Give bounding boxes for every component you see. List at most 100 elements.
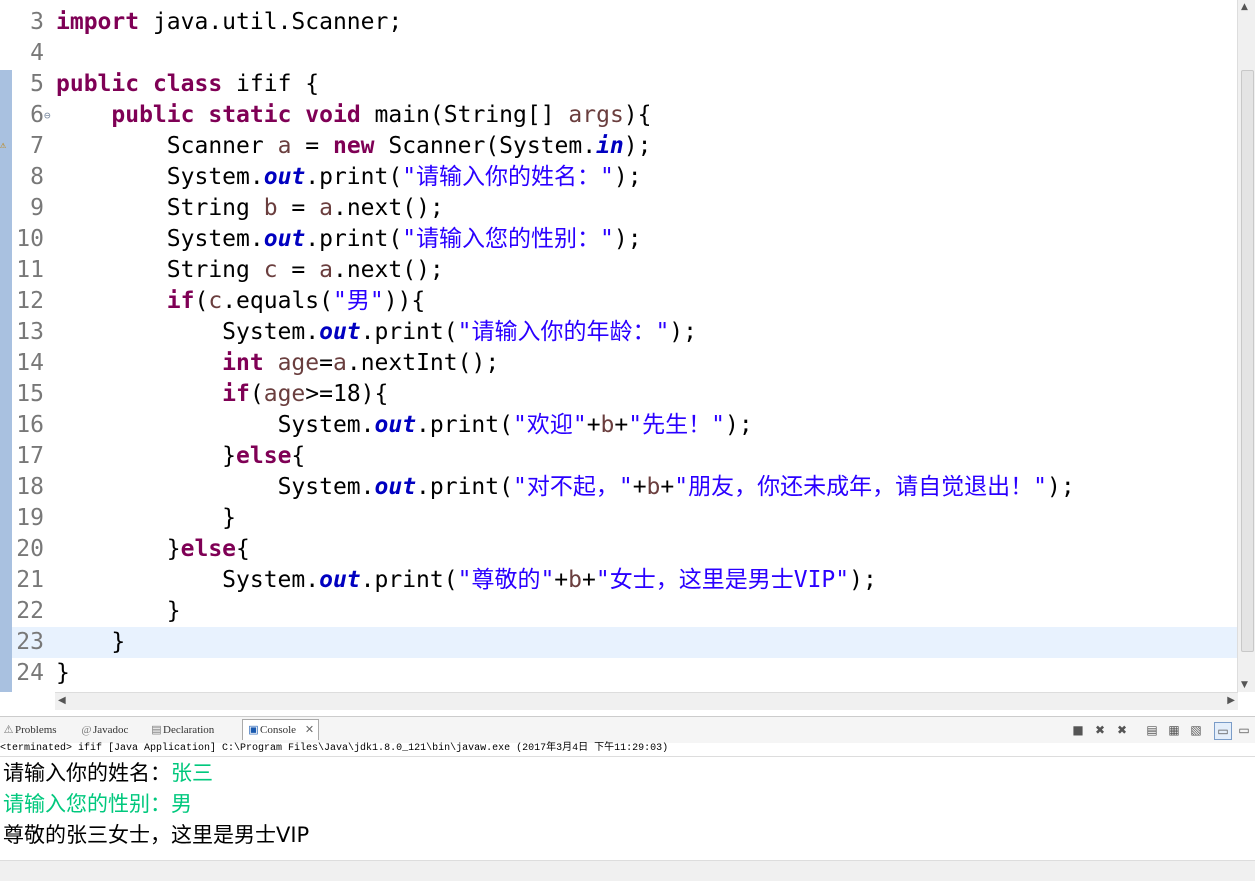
tab-problems-label: Problems [15,724,57,736]
code-token: System. [166,226,264,252]
code-token: out [319,567,361,593]
code-token: = [319,350,333,376]
line-number: 20 [16,536,44,562]
scroll-left-icon[interactable]: ◀ [58,695,66,706]
console-output[interactable]: 请输入你的姓名：张三 请输入您的性别：男 尊敬的张三女士，这里是男士VIP [0,758,1255,862]
code-line[interactable]: 15 if(age>=18){ [12,379,1237,410]
code-line[interactable]: 21 System.out.print("尊敬的"+b+"女士，这里是男士VIP… [12,565,1237,596]
tab-declaration[interactable]: ▤Declaration [150,720,214,740]
code-line[interactable]: 22 } [12,596,1237,627]
code-token: a [319,257,333,283]
code-line[interactable]: 11 String c = a.next(); [12,255,1237,286]
remove-launch-icon[interactable]: ✖ [1092,722,1108,738]
code-token: } [56,660,70,686]
code-token: age [263,381,306,407]
line-number: 22 [16,598,44,624]
pin-console-icon[interactable]: ▭ [1214,722,1232,740]
code-token: ); [613,226,642,252]
scroll-thumb[interactable] [1241,70,1254,652]
code-token: a [277,133,292,159]
line-number: 7 [30,133,44,159]
terminate-icon[interactable]: ■ [1070,722,1086,738]
code-area[interactable]: 3 import java.util.Scanner; 4 5 public class… [0,7,1237,689]
code-line[interactable]: 12 if(c.equals("男")){ [12,286,1237,317]
code-token: "先生！" [628,412,725,438]
problems-icon: ⚠ [3,724,14,736]
code-token: + [554,567,569,593]
code-token: b [646,474,661,500]
code-token: "男" [332,288,384,314]
remove-all-icon[interactable]: ✖ [1114,722,1130,738]
code-token: = [277,257,320,283]
code-token: .print( [305,164,403,190]
code-token: ){ [623,102,652,128]
code-token: public [111,102,195,128]
scroll-right-icon[interactable]: ▶ [1227,695,1235,706]
code-line[interactable]: 7 ⚠ Scanner a = new Scanner(System.in); [0,131,1237,162]
line-number: 21 [16,567,44,593]
scroll-lock-icon[interactable]: ▦ [1166,722,1182,738]
code-token: + [660,474,675,500]
scroll-down-icon[interactable]: ▼ [1241,680,1248,690]
code-token: .print( [305,226,403,252]
code-line[interactable]: 5 public class ifif { [12,69,1237,100]
display-console-icon[interactable]: ▭ [1236,722,1252,738]
console-line: 尊敬的张三女士，这里是男士VIP [0,820,1255,851]
code-line[interactable]: 17 }else{ [12,441,1237,472]
warning-icon[interactable]: ⚠ [0,140,11,151]
tab-javadoc[interactable]: @Javadoc [80,720,128,740]
scroll-up-icon[interactable]: ▲ [1241,2,1248,12]
code-token: "女士，这里是男士VIP" [595,567,850,593]
code-line[interactable]: 4 [12,38,1237,69]
code-line[interactable]: 16 System.out.print("欢迎"+b+"先生！"); [12,410,1237,441]
line-number: 14 [16,350,44,376]
code-token: ); [849,567,877,593]
tab-problems[interactable]: ⚠ Problems [2,720,57,740]
code-line[interactable]: 24} [12,658,1237,689]
code-line[interactable]: 3 import java.util.Scanner; [12,7,1237,38]
editor-vertical-scrollbar[interactable]: ▲ ▼ [1237,0,1255,692]
close-icon[interactable]: ✕ [305,724,314,736]
code-line[interactable]: 18 System.out.print("对不起，"+b+"朋友，你还未成年，请… [12,472,1237,503]
code-line[interactable]: 10 System.out.print("请输入您的性别："); [12,224,1237,255]
code-line[interactable]: 23 } [12,627,1237,658]
clear-console-icon[interactable]: ▤ [1144,722,1160,738]
code-token: if [166,288,195,314]
code-token: c [263,257,278,283]
code-line[interactable]: 8 System.out.print("请输入你的姓名："); [12,162,1237,193]
code-token: b [600,412,615,438]
code-line[interactable]: 13 System.out.print("请输入你的年龄："); [12,317,1237,348]
line-number: 16 [16,412,44,438]
code-line[interactable]: 9 String b = a.next(); [12,193,1237,224]
tab-console[interactable]: ▣Console ✕ [242,719,320,740]
editor-horizontal-scrollbar[interactable]: ◀ ▶ [55,692,1238,710]
code-token: .nextInt(); [346,350,500,376]
code-line[interactable]: 6 ⊖ public static void main(String[] args… [12,100,1237,131]
console-horizontal-scrollbar[interactable] [0,860,1255,881]
code-token: ); [623,133,652,159]
code-line[interactable]: 19 } [12,503,1237,534]
line-number: 8 [30,164,44,190]
code-editor[interactable]: 3 import java.util.Scanner; 4 5 public class… [0,0,1255,692]
fold-collapse-icon[interactable]: ⊖ [44,100,51,131]
code-token: out [319,319,361,345]
console-output-text: 尊敬的张三女士，这里是男士VIP [3,823,310,847]
code-token: } [166,536,181,562]
code-token: ); [1046,474,1075,500]
code-line[interactable]: 20 }else{ [12,534,1237,565]
line-number: 12 [16,288,44,314]
code-token: args [568,102,624,128]
code-token: new [332,133,375,159]
code-token: Scanner(System. [374,133,597,159]
code-token: else [236,443,292,469]
word-wrap-icon[interactable]: ▧ [1188,722,1204,738]
code-token: Scanner [166,133,278,159]
at-icon: @ [81,724,92,736]
code-line[interactable]: 14 int age=a.nextInt(); [12,348,1237,379]
